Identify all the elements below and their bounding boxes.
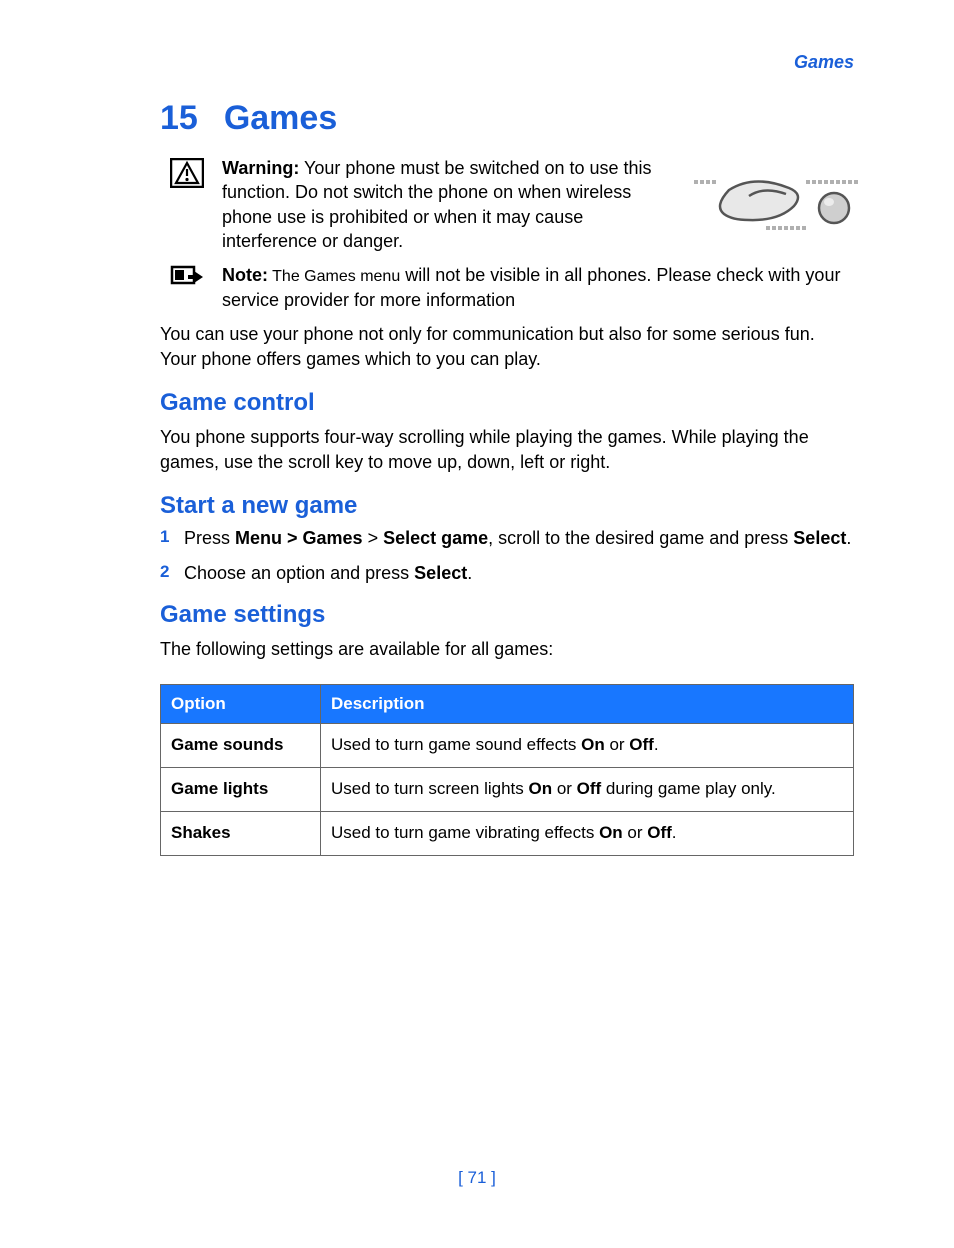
table-row: Game sounds Used to turn game sound effe… — [161, 724, 854, 768]
table-row: Shakes Used to turn game vibrating effec… — [161, 812, 854, 856]
warning-label: Warning: — [222, 158, 299, 178]
note-label: Note: — [222, 265, 268, 285]
option-cell: Shakes — [161, 812, 321, 856]
note-text: Note: The Games menu will not be visible… — [222, 265, 840, 310]
option-cell: Game sounds — [161, 724, 321, 768]
col-description: Description — [321, 684, 854, 724]
section-heading-control: Game control — [160, 387, 854, 419]
description-cell: Used to turn game vibrating effects On o… — [321, 812, 854, 856]
settings-body: The following settings are available for… — [160, 637, 854, 661]
note-part-a: The Games menu — [268, 268, 400, 285]
running-header: Games — [160, 50, 854, 74]
step-number: 2 — [160, 561, 174, 585]
table-header-row: Option Description — [161, 684, 854, 724]
option-cell: Game lights — [161, 768, 321, 812]
warning-text: Warning: Your phone must be switched on … — [222, 158, 652, 251]
section-heading-start: Start a new game — [160, 490, 854, 522]
list-item: 2 Choose an option and press Select. — [160, 561, 854, 585]
list-item: 1 Press Menu > Games > Select game, scro… — [160, 526, 854, 550]
note-callout: Note: The Games menu will not be visible… — [170, 263, 854, 312]
col-option: Option — [161, 684, 321, 724]
section-heading-settings: Game settings — [160, 599, 854, 631]
page-number: [ 71 ] — [0, 1167, 954, 1190]
chapter-number: 15 — [160, 99, 198, 137]
table-row: Game lights Used to turn screen lights O… — [161, 768, 854, 812]
note-icon — [170, 265, 206, 291]
warning-callout: Warning: Your phone must be switched on … — [170, 156, 854, 253]
control-body: You phone supports four-way scrolling wh… — [160, 425, 854, 474]
description-cell: Used to turn screen lights On or Off dur… — [321, 768, 854, 812]
warning-icon — [170, 158, 206, 188]
description-cell: Used to turn game sound effects On or Of… — [321, 724, 854, 768]
settings-table: Option Description Game sounds Used to t… — [160, 684, 854, 857]
start-steps: 1 Press Menu > Games > Select game, scro… — [160, 526, 854, 585]
step-text: Choose an option and press Select. — [184, 561, 472, 585]
intro-paragraph: You can use your phone not only for comm… — [160, 322, 854, 371]
chapter-heading: 15 Games — [160, 96, 854, 142]
step-number: 1 — [160, 526, 174, 550]
chapter-title: Games — [224, 99, 337, 137]
step-text: Press Menu > Games > Select game, scroll… — [184, 526, 851, 550]
games-illustration — [694, 176, 864, 236]
